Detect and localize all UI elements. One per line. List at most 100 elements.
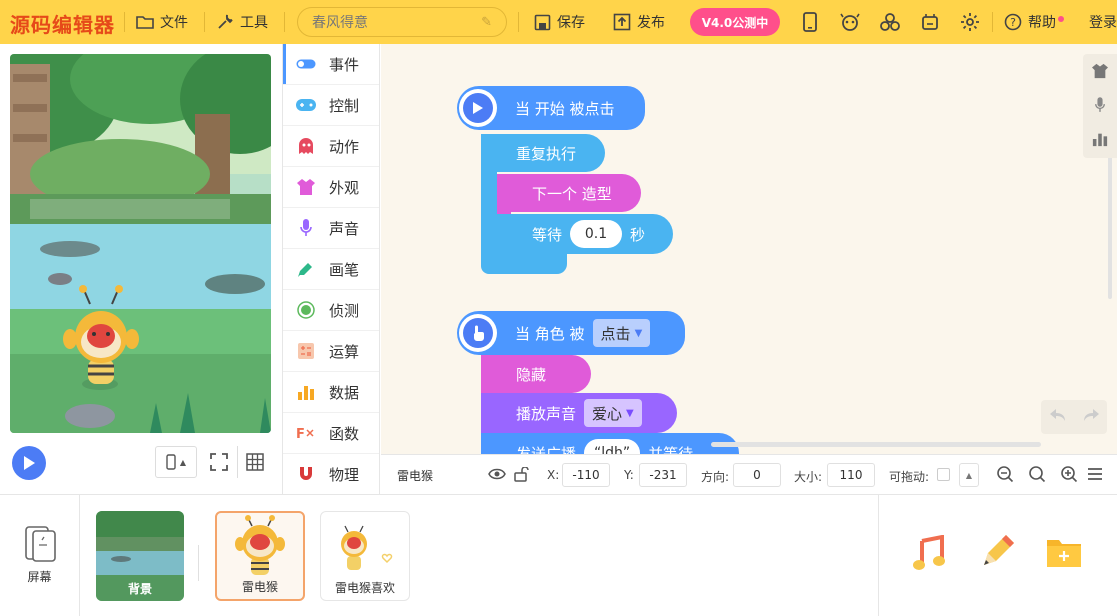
pencil-icon: ✎ [481, 14, 492, 30]
publish-button[interactable]: 发布 [613, 0, 665, 44]
next-costume-block[interactable]: 下一个 造型 [497, 174, 641, 212]
undo-icon[interactable] [1049, 408, 1067, 426]
login-label: 登录 [1089, 15, 1117, 31]
project-name-input[interactable]: 春风得意 ✎ [297, 7, 507, 37]
expand-button[interactable]: ▲ [959, 463, 979, 487]
lock-icon[interactable] [513, 466, 529, 485]
robot-icon[interactable] [919, 11, 941, 33]
toolbar-divider [124, 12, 125, 32]
block-label: 秒 [630, 225, 646, 244]
wait-value-input[interactable]: 0.1 [570, 220, 623, 248]
login-button[interactable]: 登录 [1089, 0, 1117, 44]
category-label: 数据 [329, 383, 360, 402]
script-workspace[interactable]: 当 开始 被点击 重复执行 下一个 造型 等待 0.1 秒 当 角色 被 点击 … [381, 44, 1117, 454]
bar-chart-icon[interactable] [1083, 122, 1117, 156]
add-sound-button[interactable] [912, 534, 950, 575]
fullscreen-button[interactable] [201, 446, 237, 478]
sprite-card[interactable]: 雷电猴喜欢 [320, 511, 410, 601]
category-sound[interactable]: 声音 [283, 208, 379, 249]
gamepad-icon [295, 94, 317, 116]
zoom-controls [993, 461, 1083, 489]
sound-dropdown[interactable]: 爱心 ▼ [584, 399, 642, 427]
category-operators[interactable]: 运算 [283, 331, 379, 372]
phone-icon[interactable] [799, 11, 821, 33]
phone-icon [166, 454, 176, 470]
undo-redo-group [1041, 400, 1107, 434]
tools-menu[interactable]: 工具 [216, 0, 268, 44]
broadcast-value-input[interactable]: “ldh” [584, 439, 641, 454]
category-physics[interactable]: 物理 [283, 454, 379, 494]
category-functions[interactable]: F 函数 [283, 413, 379, 454]
category-pen[interactable]: 画笔 [283, 249, 379, 290]
save-label: 保存 [557, 15, 585, 31]
tools-menu-label: 工具 [240, 15, 268, 31]
background-label: 背景 [127, 582, 152, 596]
project-name: 春风得意 [312, 15, 368, 31]
event-dropdown[interactable]: 点击 ▼ [592, 319, 651, 347]
upload-sprite-button[interactable] [1046, 535, 1082, 573]
zoom-out-icon[interactable] [993, 461, 1019, 489]
save-button[interactable]: 保存 [534, 0, 585, 44]
grid-toggle[interactable] [237, 446, 271, 478]
dropdown-value: 爱心 [592, 404, 623, 423]
horizontal-scrollbar[interactable] [711, 442, 1041, 447]
ghost-icon [295, 135, 317, 157]
wait-seconds-block[interactable]: 等待 0.1 秒 [497, 214, 673, 254]
microphone-icon[interactable] [1083, 88, 1117, 122]
zoom-reset-icon[interactable] [1025, 461, 1051, 489]
sprite-card-selected[interactable]: 雷电猴 [215, 511, 305, 601]
block-label: 重复执行 [516, 144, 577, 163]
zoom-in-icon[interactable] [1057, 461, 1083, 489]
x-input[interactable]: -110 [562, 463, 610, 487]
toolbar-divider [204, 12, 205, 32]
category-looks[interactable]: 外观 [283, 167, 379, 208]
block-label: 隐藏 [516, 365, 547, 384]
menu-icon[interactable] [1087, 467, 1103, 484]
play-sound-block[interactable]: 播放声音 爱心 ▼ [481, 393, 677, 433]
extensions-icon[interactable] [879, 11, 901, 33]
category-label: 侦测 [329, 301, 360, 320]
category-sensing[interactable]: 侦测 [283, 290, 379, 331]
category-event[interactable]: 事件 [283, 44, 379, 85]
category-label: 外观 [329, 178, 360, 197]
help-button[interactable]: ? 帮助 [1004, 0, 1064, 44]
radar-icon [295, 299, 317, 321]
direction-label: 方向: [701, 470, 730, 484]
sprite-thumbnail [235, 515, 285, 575]
publish-label: 发布 [637, 15, 665, 31]
background-card[interactable]: 背景 [96, 511, 184, 601]
y-input[interactable]: -231 [639, 463, 687, 487]
category-label: 控制 [329, 96, 360, 115]
category-motion[interactable]: 动作 [283, 126, 379, 167]
dropdown-value: 点击 [600, 324, 631, 343]
device-select[interactable]: ▲ [155, 446, 197, 478]
category-label: 动作 [329, 137, 360, 156]
paint-sprite-button[interactable] [978, 533, 1016, 575]
block-label: 当 角色 被 [515, 324, 585, 343]
category-label: 函数 [329, 424, 360, 443]
category-data[interactable]: 数据 [283, 372, 379, 413]
size-input[interactable]: 110 [827, 463, 875, 487]
mascot-icon[interactable] [839, 11, 861, 33]
shirt-icon[interactable] [1083, 54, 1117, 88]
toolbar-divider [518, 12, 519, 32]
version-badge[interactable]: V4.0公测中 [690, 8, 780, 36]
repeat-forever-block[interactable]: 重复执行 [481, 134, 605, 172]
redo-icon[interactable] [1082, 408, 1100, 426]
category-control[interactable]: 控制 [283, 85, 379, 126]
screen-button[interactable]: 屏幕 [0, 495, 80, 616]
file-menu[interactable]: 文件 [136, 0, 188, 44]
pen-icon [295, 258, 317, 280]
draggable-checkbox[interactable] [937, 468, 950, 481]
eye-icon[interactable] [488, 467, 506, 484]
direction-input[interactable]: 0 [733, 463, 781, 487]
settings-gear-icon[interactable] [959, 11, 981, 33]
hide-block[interactable]: 隐藏 [481, 355, 591, 393]
play-icon [24, 456, 35, 470]
stage-canvas[interactable] [10, 54, 271, 433]
svg-text:F: F [296, 427, 305, 441]
broadcast-and-wait-block[interactable]: 发送广播 “ldh” 并等待 [481, 433, 739, 454]
block-label: 等待 [532, 225, 563, 244]
run-button[interactable] [12, 446, 46, 480]
chevron-down-icon: ▼ [626, 407, 634, 419]
